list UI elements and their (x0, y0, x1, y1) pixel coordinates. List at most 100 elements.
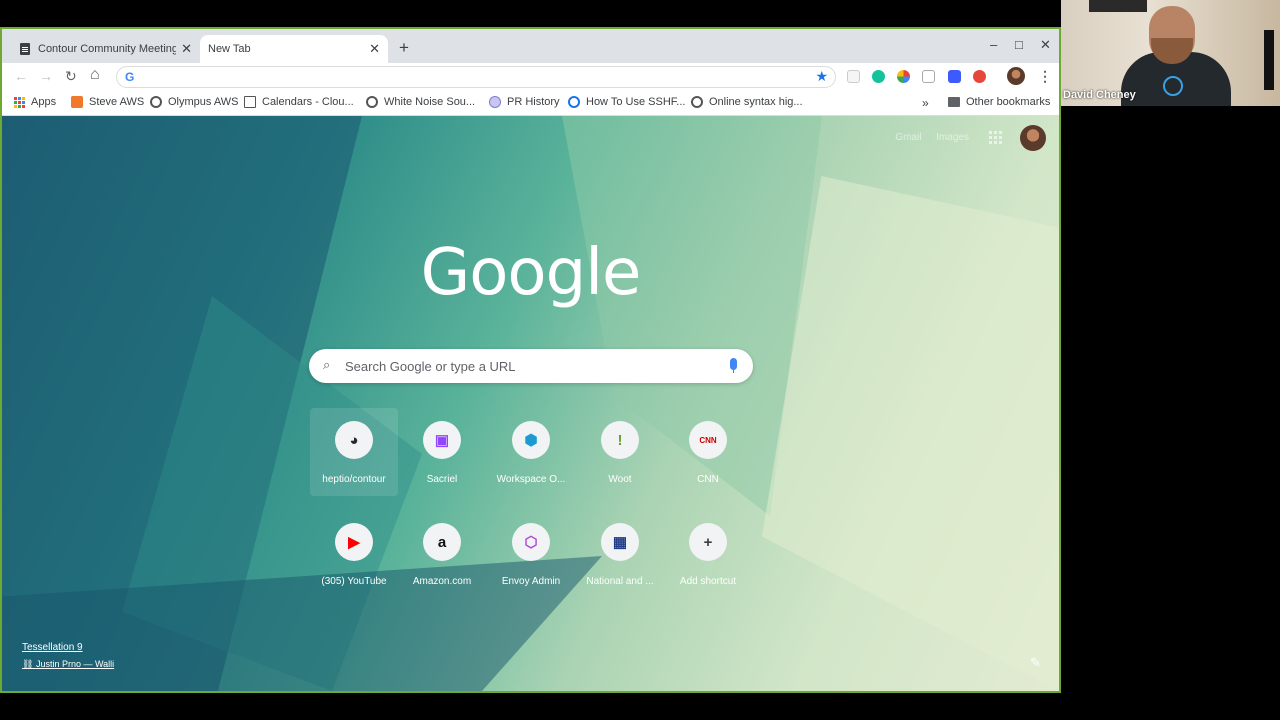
images-link[interactable]: Images (936, 132, 969, 143)
amazon-icon: a (423, 523, 461, 561)
participant-name: David Cheney (1063, 89, 1136, 101)
top-links: Gmail Images (883, 132, 969, 143)
bookmark-label: Online syntax hig... (709, 96, 803, 108)
shortcut-tile[interactable]: ▦ National and ... (576, 510, 664, 598)
bookmark-label: How To Use SSHF... (586, 96, 686, 108)
bookmark-star-icon[interactable]: ★ (815, 68, 828, 85)
bookmark-apps[interactable]: Apps (14, 96, 56, 108)
bookmark-label: PR History (507, 96, 560, 108)
tab-close-icon[interactable]: ✕ (181, 41, 192, 57)
github-icon: ◕ (335, 421, 373, 459)
search-box[interactable]: ⌕ (309, 349, 753, 383)
shortcut-label: CNN (697, 474, 719, 485)
background-title-link[interactable]: Tessellation 9 (22, 642, 114, 653)
tab-contour-meeting[interactable]: Contour Community Meeting ✕ (12, 35, 200, 63)
pinwheel-extension-icon[interactable] (897, 70, 910, 83)
globe-icon (150, 96, 162, 108)
tab-title: New Tab (208, 43, 251, 55)
bookmark-calendars[interactable]: Calendars - Clou... (244, 96, 354, 108)
shortcut-tile[interactable]: ! Woot (576, 408, 664, 496)
webcam-feed: David Cheney (1061, 0, 1280, 106)
bookmark-syntax-highlighter[interactable]: Online syntax hig... (691, 96, 803, 108)
more-menu-icon[interactable]: ⋮ (1038, 68, 1052, 85)
screen: Contour Community Meeting ✕ New Tab ✕ + … (0, 0, 1280, 720)
workspace-icon: ⬢ (512, 421, 550, 459)
tab-new-tab[interactable]: New Tab ✕ (200, 35, 388, 63)
calendar-icon (244, 96, 256, 108)
bookmark-label: White Noise Sou... (384, 96, 476, 108)
background-author: Justin Prno — Walli (35, 659, 115, 669)
cnn-icon: CNN (689, 421, 727, 459)
background-author-link[interactable]: ⛓ Justin Prno — Walli (22, 659, 114, 670)
document-icon (20, 43, 30, 55)
bookmark-olympus-aws[interactable]: Olympus AWS (150, 96, 239, 108)
bookmark-sshfs[interactable]: How To Use SSHF... (568, 96, 685, 108)
tab-close-icon[interactable]: ✕ (369, 41, 380, 57)
extension-icon[interactable] (847, 70, 860, 83)
zotero-icon[interactable] (948, 70, 961, 83)
shortcut-tile[interactable]: ⬢ Workspace O... (487, 408, 575, 496)
shortcut-label: National and ... (586, 576, 654, 587)
microphone-stand (1264, 30, 1274, 90)
gmail-link[interactable]: Gmail (895, 132, 921, 143)
woot-icon: ! (601, 421, 639, 459)
shortcut-label: Add shortcut (679, 576, 737, 587)
wall-frame (1089, 0, 1147, 12)
shortcut-label: (305) YouTube (321, 576, 387, 587)
bookmark-label: Steve AWS (89, 96, 145, 108)
bookmark-steve-aws[interactable]: Steve AWS (71, 96, 144, 108)
globe-icon (366, 96, 378, 108)
close-window-button[interactable]: ✕ (1040, 37, 1051, 53)
globe-icon (691, 96, 703, 108)
twitch-icon: ▣ (423, 421, 461, 459)
youtube-icon: ▶ (335, 523, 373, 561)
search-input[interactable] (345, 356, 715, 376)
bookmark-label: Olympus AWS (168, 96, 239, 108)
shortcut-label: Woot (608, 474, 632, 485)
forward-arrow-icon[interactable]: → (39, 68, 53, 84)
shortcut-tile[interactable]: + Add shortcut (664, 510, 752, 598)
shortcut-label: Amazon.com (412, 576, 472, 587)
other-bookmarks-folder[interactable]: Other bookmarks (948, 96, 1050, 108)
shortcut-tile[interactable]: ▶ (305) YouTube (310, 510, 398, 598)
new-tab-page: Gmail Images Google ⌕ ◕ heptio/contour ▣ Sa… (2, 116, 1059, 691)
microphone-icon[interactable] (730, 358, 737, 373)
tab-title: Contour Community Meeting (38, 43, 176, 55)
minimize-button[interactable]: – (990, 37, 997, 52)
shortcut-label: Workspace O... (496, 474, 566, 485)
customize-pencil-icon[interactable]: ✎ (1030, 655, 1041, 671)
apps-grid-icon (14, 96, 25, 108)
bookmark-pr-history[interactable]: PR History (489, 96, 560, 108)
grammarly-icon[interactable] (872, 70, 885, 83)
shortcut-tile[interactable]: a Amazon.com (398, 510, 486, 598)
bookmarks-overflow-button[interactable]: » (922, 96, 929, 110)
account-avatar[interactable] (1020, 125, 1046, 151)
bookmarks-bar: Apps Steve AWS Olympus AWS Calendars - C… (2, 91, 1059, 116)
browser-window: Contour Community Meeting ✕ New Tab ✕ + … (0, 27, 1061, 693)
back-arrow-icon[interactable]: ← (14, 68, 28, 84)
profile-avatar[interactable] (1007, 67, 1025, 85)
home-icon[interactable]: ⌂ (90, 66, 100, 84)
new-tab-button[interactable]: + (399, 38, 409, 58)
aws-cube-icon (71, 96, 83, 108)
google-g-icon: G (125, 70, 135, 84)
search-icon: ⌕ (323, 357, 331, 372)
toolbar: ← → ↻ ⌂ G ★ ⋮ (2, 63, 1059, 91)
reload-icon[interactable]: ↻ (65, 68, 77, 85)
plus-icon: + (689, 523, 727, 561)
other-bookmarks-label: Other bookmarks (966, 96, 1051, 108)
maximize-button[interactable]: □ (1015, 37, 1023, 52)
shortcut-tile[interactable]: CNN CNN (664, 408, 752, 496)
weather-channel-icon: ▦ (601, 523, 639, 561)
shortcut-tile[interactable]: ▣ Sacriel (398, 408, 486, 496)
lastpass-icon[interactable] (973, 70, 986, 83)
google-apps-icon[interactable] (989, 131, 1002, 144)
screenshot-extension-icon[interactable] (922, 70, 935, 83)
address-bar[interactable]: G ★ (116, 66, 836, 88)
tab-strip: Contour Community Meeting ✕ New Tab ✕ + … (2, 29, 1059, 63)
folder-icon (948, 97, 960, 107)
shortcut-tile[interactable]: ◕ heptio/contour (310, 408, 398, 496)
shortcut-label: Sacriel (426, 474, 458, 485)
shortcut-tile[interactable]: ⬡ Envoy Admin (487, 510, 575, 598)
bookmark-white-noise[interactable]: White Noise Sou... (366, 96, 475, 108)
